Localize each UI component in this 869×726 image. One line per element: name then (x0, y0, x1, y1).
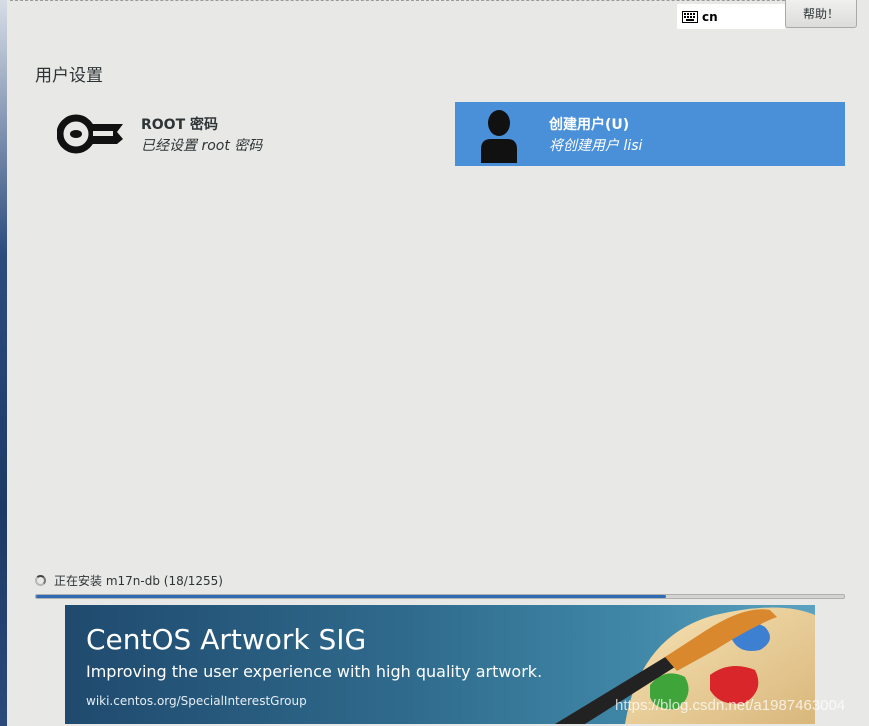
root-password-spoke[interactable]: ROOT 密码 已经设置 root 密码 (35, 102, 435, 166)
install-progress-fill (36, 595, 667, 598)
create-user-title: 创建用户(U) (549, 117, 630, 133)
banner-url: wiki.centos.org/SpecialInterestGroup (86, 694, 307, 708)
root-password-title: ROOT 密码 (141, 117, 219, 133)
banner-title: CentOS Artwork SIG (86, 623, 367, 656)
help-button[interactable]: 帮助！ (785, 0, 857, 28)
create-user-spoke[interactable]: 创建用户(U) 将创建用户 lisi (455, 102, 845, 166)
create-user-status: 将创建用户 lisi (549, 138, 643, 154)
section-title: 用户设置 (35, 66, 103, 86)
root-password-status: 已经设置 root 密码 (141, 138, 263, 154)
watermark: https://blog.csdn.net/a1987463004 (615, 697, 846, 714)
install-status-text: 正在安装 m17n-db (18/1255) (54, 574, 223, 588)
keyboard-icon (682, 10, 698, 23)
top-divider (10, 0, 855, 1)
banner-subtitle: Improving the user experience with high … (86, 662, 543, 681)
keyboard-layout-label: cn (702, 9, 718, 24)
key-icon (57, 114, 123, 154)
desktop-edge (0, 0, 7, 726)
spinner-icon (35, 575, 46, 586)
keyboard-layout-indicator[interactable]: cn (677, 4, 785, 29)
install-progress-bar (35, 594, 845, 599)
user-icon (481, 110, 517, 163)
install-status: 正在安装 m17n-db (18/1255) (35, 572, 223, 589)
